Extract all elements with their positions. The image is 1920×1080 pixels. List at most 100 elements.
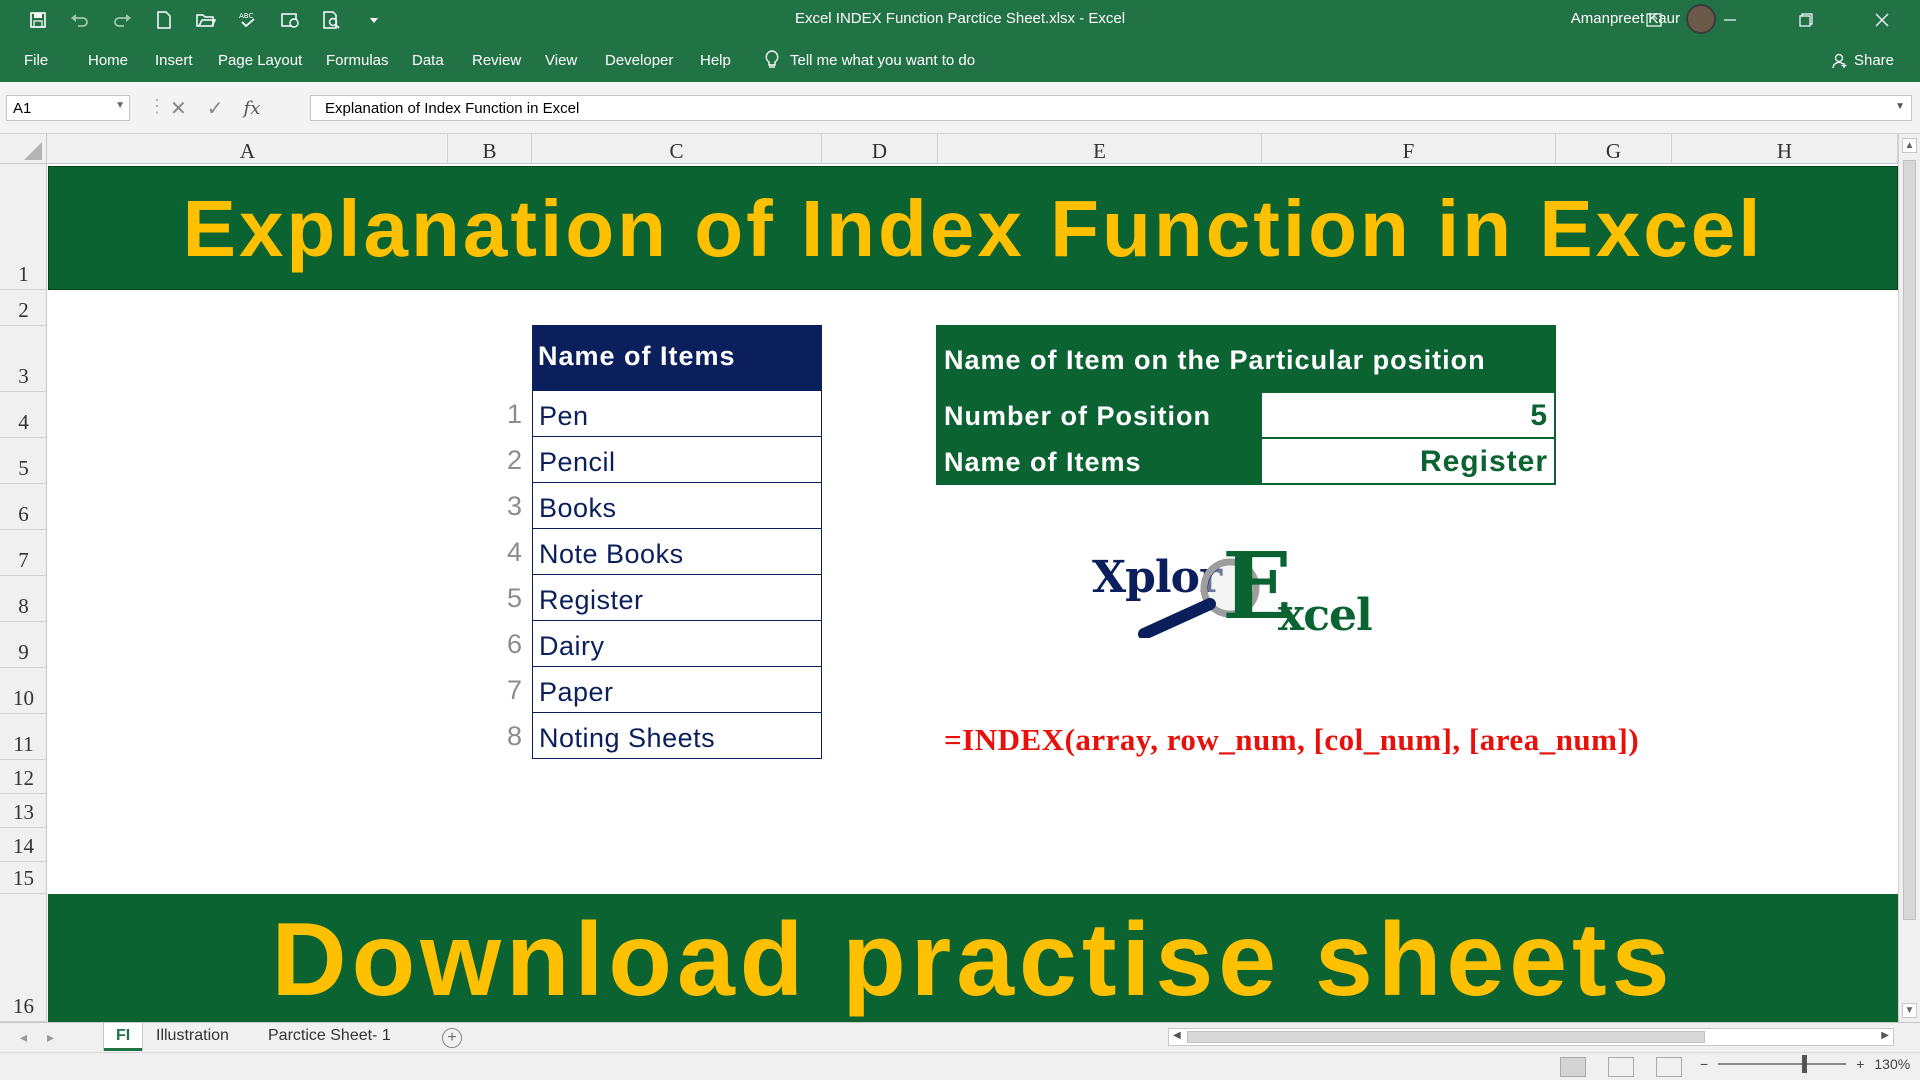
print-preview-icon[interactable] — [316, 8, 348, 32]
restore-icon[interactable] — [1768, 0, 1844, 40]
sheet-tab-illustration[interactable]: Illustration — [144, 1023, 241, 1051]
ribbon-display-options-icon[interactable] — [1616, 0, 1692, 40]
worksheet-grid[interactable]: Explanation of Index Function in Excel N… — [48, 164, 1898, 1022]
row-header-10[interactable]: 10 — [0, 668, 47, 714]
list-item[interactable]: 6 Dairy — [507, 621, 822, 667]
column-header-b[interactable]: B — [448, 134, 532, 164]
zoom-in-icon[interactable]: + — [1856, 1056, 1864, 1072]
list-item[interactable]: 1 Pen — [507, 391, 822, 437]
scroll-up-icon[interactable]: ▲ — [1902, 138, 1917, 153]
items-table-header[interactable]: Name of Items — [532, 325, 822, 391]
open-folder-icon[interactable] — [190, 8, 222, 32]
new-file-icon[interactable] — [148, 8, 180, 32]
normal-view-icon[interactable] — [1560, 1057, 1586, 1077]
tab-insert[interactable]: Insert — [155, 52, 193, 69]
row-header-5[interactable]: 5 — [0, 438, 47, 484]
name-box[interactable]: A1 ▼ — [6, 95, 130, 121]
position-value[interactable]: 5 — [1262, 393, 1554, 437]
tell-me-box[interactable]: Tell me what you want to do — [764, 50, 975, 70]
cancel-entry-icon[interactable]: ✕ — [170, 96, 187, 121]
row-header-1[interactable]: 1 — [0, 164, 47, 290]
scroll-left-icon[interactable]: ◀ — [1173, 1030, 1181, 1041]
title-bar: ABC Excel INDEX Function Parctice Sheet.… — [0, 0, 1920, 40]
tab-home[interactable]: Home — [88, 52, 128, 69]
horizontal-scroll-thumb[interactable] — [1187, 1031, 1705, 1043]
sheet-tab-fi[interactable]: FI — [104, 1023, 143, 1051]
scroll-down-icon[interactable]: ▼ — [1902, 1003, 1917, 1018]
vertical-scrollbar[interactable]: ▲ ▼ — [1898, 134, 1920, 1022]
tab-developer[interactable]: Developer — [605, 52, 673, 69]
formula-input[interactable]: Explanation of Index Function in Excel ▼ — [310, 95, 1912, 121]
item-name: Pen — [539, 401, 589, 431]
row-header-16[interactable]: 16 — [0, 894, 47, 1022]
sheet-tab-practice-sheet-1[interactable]: Parctice Sheet- 1 — [256, 1023, 403, 1051]
prev-sheet-icon[interactable]: ◂ — [20, 1029, 27, 1046]
column-header-e[interactable]: E — [938, 134, 1262, 164]
tab-view[interactable]: View — [545, 52, 577, 69]
list-item[interactable]: 4 Note Books — [507, 529, 822, 575]
result-label[interactable]: Name of Items — [938, 439, 1262, 483]
page-break-preview-icon[interactable] — [1656, 1057, 1682, 1077]
column-header-g[interactable]: G — [1556, 134, 1672, 164]
add-sheet-button[interactable]: + — [442, 1028, 462, 1048]
next-sheet-icon[interactable]: ▸ — [47, 1029, 54, 1046]
row-header-4[interactable]: 4 — [0, 392, 47, 438]
redo-icon[interactable] — [106, 8, 138, 32]
customize-toolbar-icon[interactable] — [358, 8, 390, 32]
row-header-15[interactable]: 15 — [0, 862, 47, 894]
spelling-icon[interactable]: ABC — [232, 8, 264, 32]
name-box-dropdown-icon[interactable]: ▼ — [115, 100, 125, 111]
row-header-9[interactable]: 9 — [0, 622, 47, 668]
row-header-6[interactable]: 6 — [0, 484, 47, 530]
download-banner[interactable]: Download practise sheets — [48, 894, 1898, 1022]
horizontal-scrollbar[interactable]: ◀ ▶ — [1168, 1028, 1894, 1046]
row-header-11[interactable]: 11 — [0, 714, 47, 760]
undo-icon[interactable] — [64, 8, 96, 32]
insert-function-icon[interactable]: fx — [244, 98, 261, 119]
position-label[interactable]: Number of Position — [938, 393, 1262, 437]
save-icon[interactable] — [22, 8, 54, 32]
row-header-14[interactable]: 14 — [0, 828, 47, 862]
column-header-d[interactable]: D — [822, 134, 938, 164]
column-header-c[interactable]: C — [532, 134, 822, 164]
tab-help[interactable]: Help — [700, 52, 731, 69]
tab-file[interactable]: File — [24, 52, 48, 69]
close-icon[interactable] — [1844, 0, 1920, 40]
select-all-button[interactable] — [0, 134, 47, 164]
row-header-7[interactable]: 7 — [0, 530, 47, 576]
list-item[interactable]: 2 Pencil — [507, 437, 822, 483]
item-name: Register — [539, 585, 644, 615]
row-header-13[interactable]: 13 — [0, 794, 47, 828]
confirm-entry-icon[interactable]: ✓ — [207, 96, 224, 121]
row-header-8[interactable]: 8 — [0, 576, 47, 622]
refresh-all-icon[interactable] — [274, 8, 306, 32]
result-value[interactable]: Register — [1262, 439, 1554, 483]
vertical-scroll-thumb[interactable] — [1903, 160, 1916, 920]
row-header-3[interactable]: 3 — [0, 326, 47, 392]
minimize-icon[interactable] — [1692, 0, 1768, 40]
tab-formulas[interactable]: Formulas — [326, 52, 389, 69]
list-item[interactable]: 8 Noting Sheets — [507, 713, 822, 759]
row-header-2[interactable]: 2 — [0, 290, 47, 326]
position-table-header[interactable]: Name of Item on the Particular position — [938, 327, 1554, 391]
share-button[interactable]: Share — [1832, 52, 1894, 69]
tab-review[interactable]: Review — [472, 52, 521, 69]
title-banner[interactable]: Explanation of Index Function in Excel — [48, 166, 1898, 290]
zoom-level[interactable]: 130% — [1874, 1056, 1910, 1072]
index-syntax-text[interactable]: =INDEX(array, row_num, [col_num], [area_… — [944, 722, 1639, 758]
list-item[interactable]: 7 Paper — [507, 667, 822, 713]
row-header-12[interactable]: 12 — [0, 760, 47, 794]
list-item[interactable]: 5 Register — [507, 575, 822, 621]
page-layout-view-icon[interactable] — [1608, 1057, 1634, 1077]
column-header-f[interactable]: F — [1262, 134, 1556, 164]
zoom-slider-knob[interactable] — [1802, 1055, 1808, 1073]
column-header-a[interactable]: A — [48, 134, 448, 164]
zoom-slider[interactable] — [1718, 1055, 1847, 1073]
tab-page-layout[interactable]: Page Layout — [218, 52, 302, 69]
scroll-right-icon[interactable]: ▶ — [1881, 1030, 1889, 1041]
tab-data[interactable]: Data — [412, 52, 444, 69]
column-header-h[interactable]: H — [1672, 134, 1898, 164]
expand-formula-bar-icon[interactable]: ▼ — [1895, 101, 1905, 112]
list-item[interactable]: 3 Books — [507, 483, 822, 529]
zoom-out-icon[interactable]: − — [1700, 1056, 1708, 1072]
